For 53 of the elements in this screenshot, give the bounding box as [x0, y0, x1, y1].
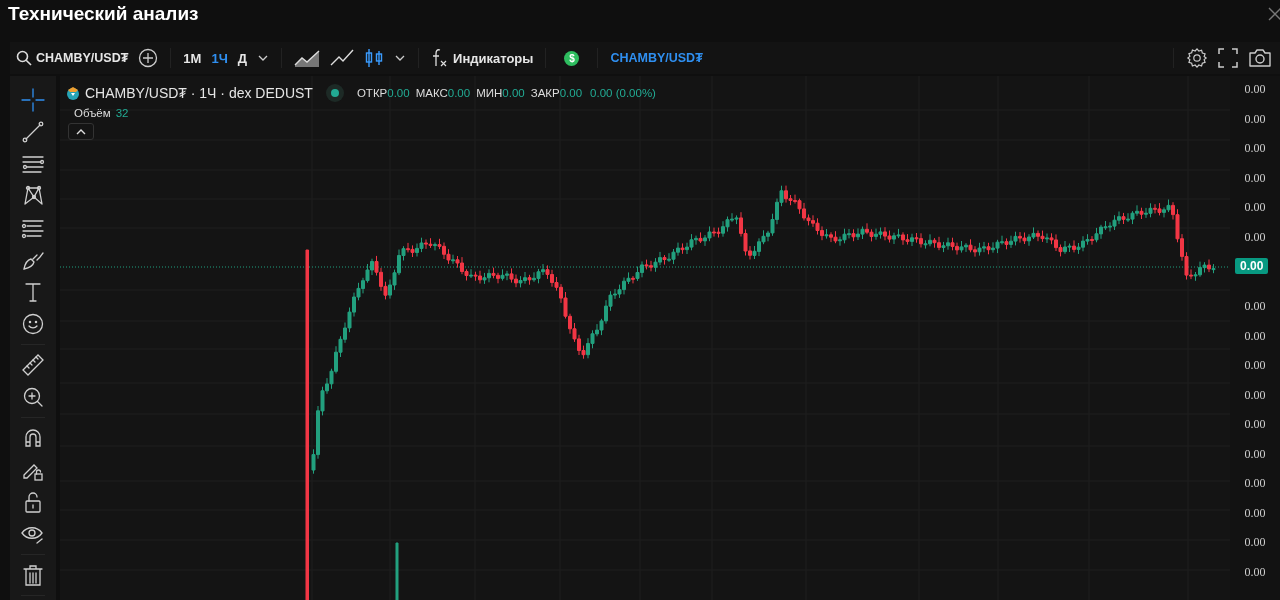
price-axis-label: 0.00 [1244, 357, 1266, 374]
ohlc-value: 0.00 [387, 87, 410, 99]
indicators-button[interactable]: Индикаторы [431, 48, 534, 68]
price-axis-label: 0.00 [1244, 169, 1266, 187]
symbol-title: CHAMBY/USD₮ · 1Ч · dex DEDUST [85, 85, 313, 101]
trend-line-tool-icon[interactable] [21, 120, 45, 144]
price-axis-label: 0.00 [1244, 327, 1266, 345]
ruler-tool-icon[interactable] [21, 353, 45, 377]
collapse-legend-button[interactable] [68, 123, 94, 140]
ohlc-value: 0.00 [502, 87, 525, 99]
price-axis-label: 0.00 [1244, 563, 1266, 581]
ohlc-label: МИН [476, 87, 503, 99]
candles-icon[interactable] [364, 47, 385, 69]
camera-icon[interactable] [1248, 48, 1272, 68]
price-axis-label: 0.00 [1244, 199, 1266, 216]
compare-symbol-button[interactable]: CHAMBY/USD₮ [610, 51, 703, 65]
ohlc-label: МАКС [415, 87, 448, 99]
price-axis-label: 0.00 [1244, 416, 1266, 433]
ohlc-value: 0.00 [447, 87, 471, 99]
timeframe-tab[interactable]: 1М [183, 50, 202, 66]
price-axis-label: 0.00 [1244, 445, 1266, 463]
price-axis-label: 0.00 [1244, 298, 1266, 315]
price-change: 0.00 (0.00%) [590, 87, 656, 99]
price-axis-label: 0.00 [1244, 386, 1266, 404]
price-axis-label: 0.00 [1244, 228, 1266, 246]
trash-tool-icon[interactable] [21, 563, 45, 587]
volume-label: Объём [74, 107, 111, 119]
emoji-tool-icon[interactable] [21, 312, 45, 336]
price-axis-label: 0.00 [1244, 110, 1266, 128]
price-axis-label: 0.00 [1244, 534, 1266, 551]
volume-value: 32 [115, 107, 129, 119]
caret-up-icon [76, 127, 86, 136]
add-symbol-icon[interactable] [138, 48, 159, 68]
zoom-tool-icon[interactable] [21, 385, 45, 409]
fullscreen-icon[interactable] [1218, 48, 1238, 68]
price-axis-label: 0.00 [1244, 475, 1266, 492]
search-icon [16, 50, 32, 66]
symbol-search-button[interactable]: CHAMBY/USD₮ [16, 50, 129, 66]
ohlc-value: 0.00 [559, 87, 583, 99]
crosshair-tool-icon[interactable] [21, 88, 45, 112]
area-chart-icon[interactable] [294, 47, 321, 69]
coin-icon [66, 86, 80, 100]
settings-icon[interactable] [1186, 47, 1208, 69]
close-icon[interactable] [1268, 7, 1280, 21]
timeframe-tab[interactable]: Д [237, 50, 248, 66]
price-axis-label: 0.00 [1244, 81, 1266, 98]
current-price-badge: 0.00 [1235, 258, 1269, 274]
timeframe-tab[interactable]: 1Ч [211, 50, 228, 66]
window-title: Технический анализ [8, 2, 199, 26]
ohlc-label: ОТКР [356, 87, 388, 99]
ohlc-label: ЗАКР [530, 87, 560, 99]
price-axis-label: 0.00 [1244, 140, 1266, 157]
price-axis-label: 0.00 [1244, 504, 1266, 522]
